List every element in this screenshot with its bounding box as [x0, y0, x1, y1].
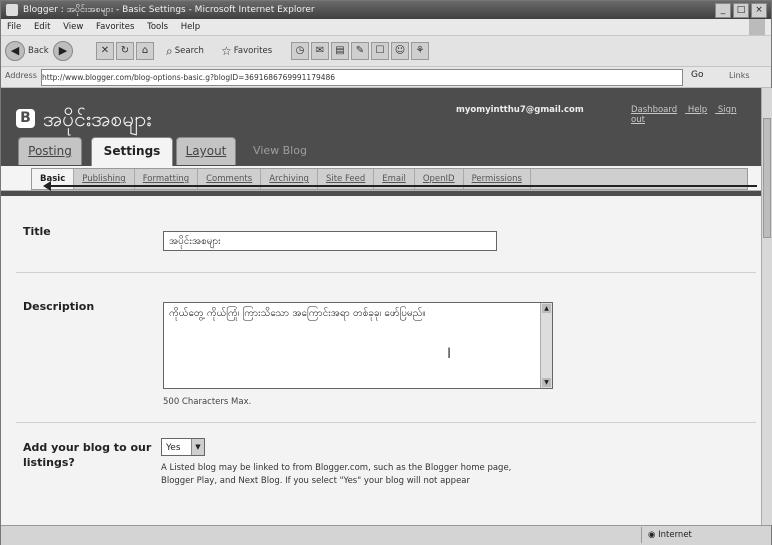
- listing-label: Add your blog to our listings?: [23, 441, 152, 469]
- address-input[interactable]: http://www.blogger.com/blog-options-basi…: [41, 69, 683, 86]
- view-blog-link[interactable]: View Blog: [245, 137, 315, 164]
- back-arrow-icon: ◀: [5, 41, 25, 61]
- menu-help[interactable]: Help: [181, 22, 200, 32]
- ie-icon: [6, 4, 18, 16]
- mail-icon[interactable]: ✉: [311, 42, 329, 60]
- extra-toolbar-icons: ◷ ✉ ▤ ✎ ☐ ☺ ⚘: [291, 41, 431, 61]
- page-scrollbar[interactable]: [761, 88, 772, 525]
- favorites-button[interactable]: ☆ Favorites: [221, 41, 272, 61]
- description-text: ကိုယ်တွေ့ ကိုယ်ကြုံ၊ ကြားသိသော အကြောင်းအ…: [169, 308, 426, 319]
- listing-select-value: Yes: [166, 443, 181, 453]
- window-controls: _ □ ×: [715, 3, 767, 18]
- tab-posting[interactable]: Posting: [18, 137, 82, 165]
- print-icon[interactable]: ▤: [331, 42, 349, 60]
- scroll-down-icon[interactable]: ▼: [542, 378, 551, 387]
- title-bar: Blogger : အပိုင်းအစများ - Basic Settings…: [1, 1, 771, 19]
- maximize-button[interactable]: □: [733, 3, 749, 18]
- menu-favorites[interactable]: Favorites: [96, 22, 134, 32]
- minimize-button[interactable]: _: [715, 3, 731, 18]
- text-cursor-icon: I: [447, 346, 452, 362]
- scroll-up-icon[interactable]: ▲: [542, 304, 551, 313]
- description-label: Description: [23, 300, 95, 313]
- toolbar: ◀ Back ▶ ✕ ↻ ⌂ ⌕ Search ☆ Favorites ◷ ✉ …: [1, 36, 771, 67]
- menu-edit[interactable]: Edit: [34, 22, 50, 32]
- search-button[interactable]: ⌕ Search: [166, 41, 204, 61]
- listing-help-text: A Listed blog may be linked to from Blog…: [161, 463, 512, 486]
- star-icon: ☆: [221, 44, 232, 58]
- search-icon: ⌕: [166, 43, 173, 58]
- messenger-icon[interactable]: ☺: [391, 42, 409, 60]
- menu-bar: File Edit View Favorites Tools Help: [1, 19, 771, 36]
- address-bar: Address http://www.blogger.com/blog-opti…: [1, 67, 771, 88]
- menu-file[interactable]: File: [7, 22, 21, 32]
- description-textarea[interactable]: ကိုယ်တွေ့ ကိုယ်ကြုံ၊ ကြားသိသော အကြောင်းအ…: [163, 302, 553, 389]
- security-zone: ◉ Internet: [641, 527, 768, 543]
- divider: [16, 272, 756, 273]
- tab-layout[interactable]: Layout: [176, 137, 236, 165]
- listing-select[interactable]: Yes ▼: [161, 438, 205, 456]
- windows-logo-icon: [749, 19, 765, 35]
- refresh-icon[interactable]: ↻: [116, 42, 134, 60]
- user-email: myomyintthu7@gmail.com: [456, 105, 584, 115]
- discuss-icon[interactable]: ☐: [371, 42, 389, 60]
- basic-settings-form: Title အပိုင်းအစများ Description ကိုယ်တွေ…: [1, 198, 761, 525]
- dashboard-link[interactable]: Dashboard: [631, 105, 677, 115]
- title-label: Title: [23, 225, 51, 238]
- settings-subtabs: Basic Publishing Formatting Comments Arc…: [1, 166, 761, 191]
- links-button[interactable]: Links: [729, 71, 750, 80]
- zone-label: Internet: [658, 530, 692, 540]
- edit-icon[interactable]: ✎: [351, 42, 369, 60]
- browser-window: Blogger : အပိုင်းအစများ - Basic Settings…: [0, 0, 772, 545]
- tab-settings[interactable]: Settings: [91, 137, 173, 167]
- page-content: B အပိုင်းအစများ myomyintthu7@gmail.com D…: [1, 88, 761, 525]
- textarea-scrollbar[interactable]: ▲ ▼: [540, 303, 552, 388]
- chevron-down-icon: ▼: [191, 439, 204, 455]
- status-bar: ◉ Internet: [1, 525, 771, 545]
- nav-buttons: ✕ ↻ ⌂: [96, 41, 156, 61]
- menu-tools[interactable]: Tools: [147, 22, 168, 32]
- scrollbar-thumb[interactable]: [763, 118, 771, 238]
- window-title: Blogger : အပိုင်းအစများ - Basic Settings…: [23, 5, 315, 15]
- search-label: Search: [174, 46, 204, 56]
- forward-button[interactable]: ▶: [53, 41, 73, 61]
- close-button[interactable]: ×: [751, 3, 767, 18]
- forward-arrow-icon: ▶: [53, 41, 73, 61]
- help-link[interactable]: Help: [688, 105, 707, 115]
- history-icon[interactable]: ◷: [291, 42, 309, 60]
- go-button[interactable]: Go: [691, 70, 703, 80]
- globe-icon: ◉: [648, 530, 656, 540]
- title-input[interactable]: အပိုင်းအစများ: [163, 231, 497, 251]
- blog-name: အပိုင်းအစများ: [43, 107, 152, 131]
- research-icon[interactable]: ⚘: [411, 42, 429, 60]
- header-links: Dashboard Help Sign out: [631, 105, 761, 125]
- blogger-logo-icon: B: [16, 109, 35, 128]
- annotation-arrow: [43, 181, 757, 191]
- description-hint: 500 Characters Max.: [163, 397, 252, 407]
- favorites-label: Favorites: [233, 46, 273, 56]
- back-button[interactable]: ◀ Back: [5, 41, 49, 61]
- back-label: Back: [28, 46, 49, 56]
- home-icon[interactable]: ⌂: [136, 42, 154, 60]
- stop-icon[interactable]: ✕: [96, 42, 114, 60]
- menu-view[interactable]: View: [63, 22, 83, 32]
- address-label: Address: [5, 71, 37, 80]
- divider: [16, 422, 756, 423]
